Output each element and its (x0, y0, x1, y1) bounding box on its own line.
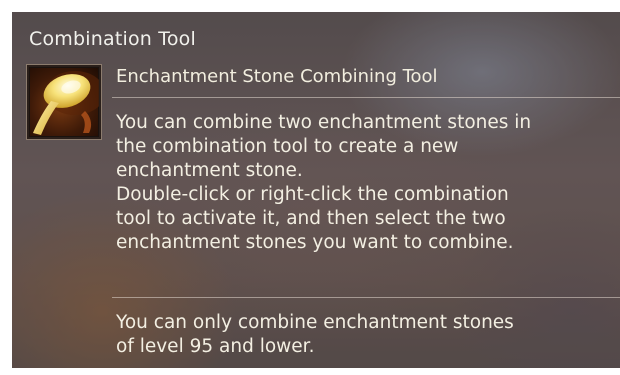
item-name: Enchantment Stone Combining Tool (116, 66, 438, 87)
item-icon-frame (27, 65, 101, 139)
section-divider (112, 97, 620, 98)
tooltip-title: Combination Tool (29, 28, 196, 50)
item-tooltip: Combination Tool Enchantment Stone Combi… (12, 12, 620, 368)
spoon-icon (33, 71, 99, 135)
item-restriction: You can only combine enchantment stones … (116, 312, 514, 357)
section-divider (112, 297, 620, 298)
item-description: You can combine two enchantment stones i… (116, 112, 532, 253)
